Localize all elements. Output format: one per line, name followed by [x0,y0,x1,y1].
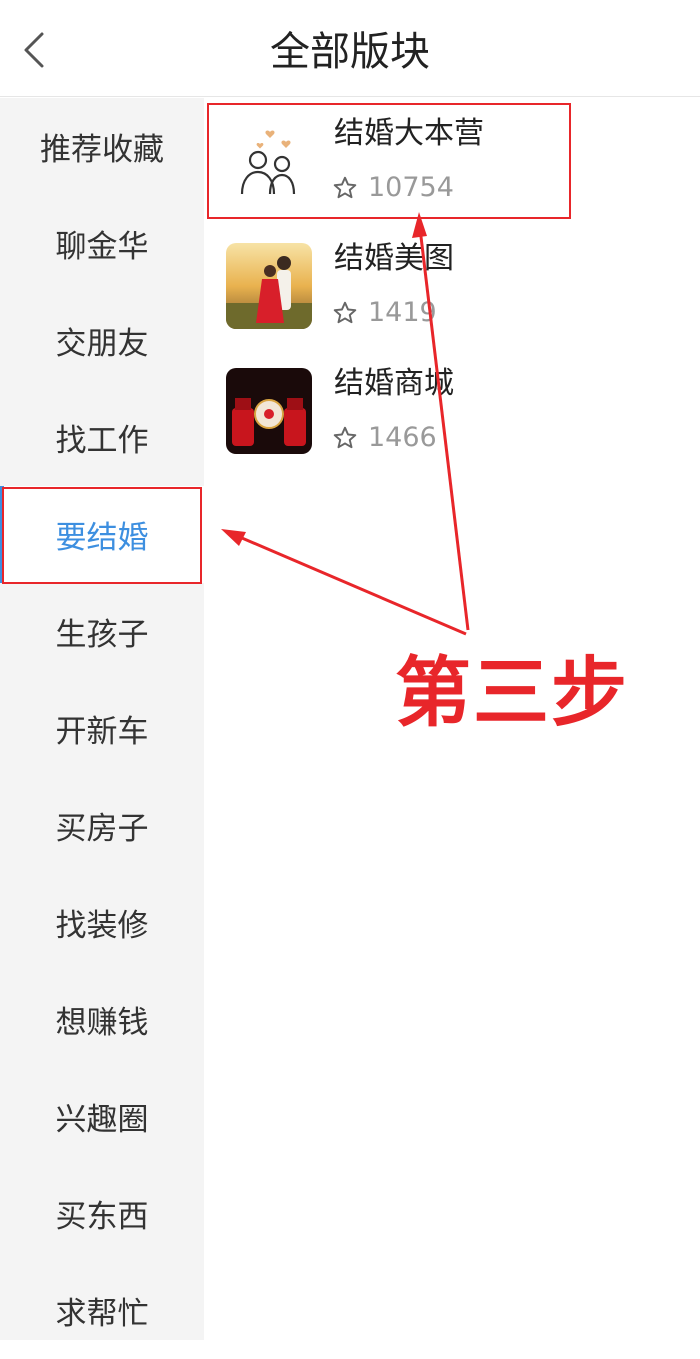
sidebar-item-label: 聊金华 [55,229,149,265]
sidebar-item-shopping[interactable]: 买东西 [0,1165,204,1262]
couple-outline-icon [226,118,312,204]
sidebar-item-label: 买房子 [55,811,149,847]
sidebar-item-buy-house[interactable]: 买房子 [0,777,204,874]
sidebar-item-label: 开新车 [55,714,149,750]
sidebar-item-label: 求帮忙 [55,1296,149,1332]
sidebar-item-label: 买东西 [55,1199,149,1235]
forum-favorites: 10754 [332,170,454,206]
sidebar-item-label: 生孩子 [55,617,149,653]
sidebar-item-find-job[interactable]: 找工作 [0,389,204,486]
sidebar-item-label: 找工作 [55,423,149,459]
favorite-count: 1466 [368,422,437,453]
sidebar-item-recommended[interactable]: 推荐收藏 [0,98,204,195]
sidebar-item-get-married[interactable]: 要结婚 [0,486,204,583]
forum-item-wedding-camp[interactable]: 结婚大本营 10754 [204,98,700,223]
favorite-count: 1419 [368,297,437,328]
sidebar-item-label: 想赚钱 [55,1005,149,1041]
sidebar-item-new-car[interactable]: 开新车 [0,680,204,777]
star-outline-icon[interactable] [332,425,358,451]
sidebar-item-have-baby[interactable]: 生孩子 [0,583,204,680]
star-outline-icon[interactable] [332,175,358,201]
sidebar-item-chat-jinhua[interactable]: 聊金华 [0,195,204,292]
forum-title: 结婚美图 [334,241,454,276]
sidebar-item-make-friends[interactable]: 交朋友 [0,292,204,389]
sidebar-item-label: 找装修 [55,908,149,944]
sidebar-item-interests[interactable]: 兴趣圈 [0,1068,204,1165]
wedding-photo-thumbnail [226,243,312,329]
star-outline-icon[interactable] [332,300,358,326]
forum-favorites: 1466 [332,420,437,456]
forum-title: 结婚大本营 [334,116,484,151]
sidebar-item-ask-help[interactable]: 求帮忙 [0,1262,204,1359]
step-annotation-label: 第三步 [395,648,629,737]
category-sidebar: 推荐收藏 聊金华 交朋友 找工作 要结婚 生孩子 开新车 买房子 找装修 想赚钱… [0,98,204,1340]
forum-favorites: 1419 [332,295,437,331]
forum-item-wedding-photos[interactable]: 结婚美图 1419 [204,223,700,348]
sidebar-item-label: 交朋友 [55,326,149,362]
sidebar-item-label: 推荐收藏 [40,132,164,168]
sidebar-item-renovation[interactable]: 找装修 [0,874,204,971]
forum-item-wedding-mall[interactable]: 结婚商城 1466 [204,348,700,473]
favorite-count: 10754 [368,172,454,203]
sidebar-item-label: 要结婚 [55,520,149,556]
wedding-goods-thumbnail [226,368,312,454]
forum-title: 结婚商城 [334,366,454,401]
page-title: 全部版块 [270,29,430,75]
sidebar-item-label: 兴趣圈 [55,1102,149,1138]
sidebar-item-make-money[interactable]: 想赚钱 [0,971,204,1068]
top-bar: 全部版块 [0,0,700,97]
